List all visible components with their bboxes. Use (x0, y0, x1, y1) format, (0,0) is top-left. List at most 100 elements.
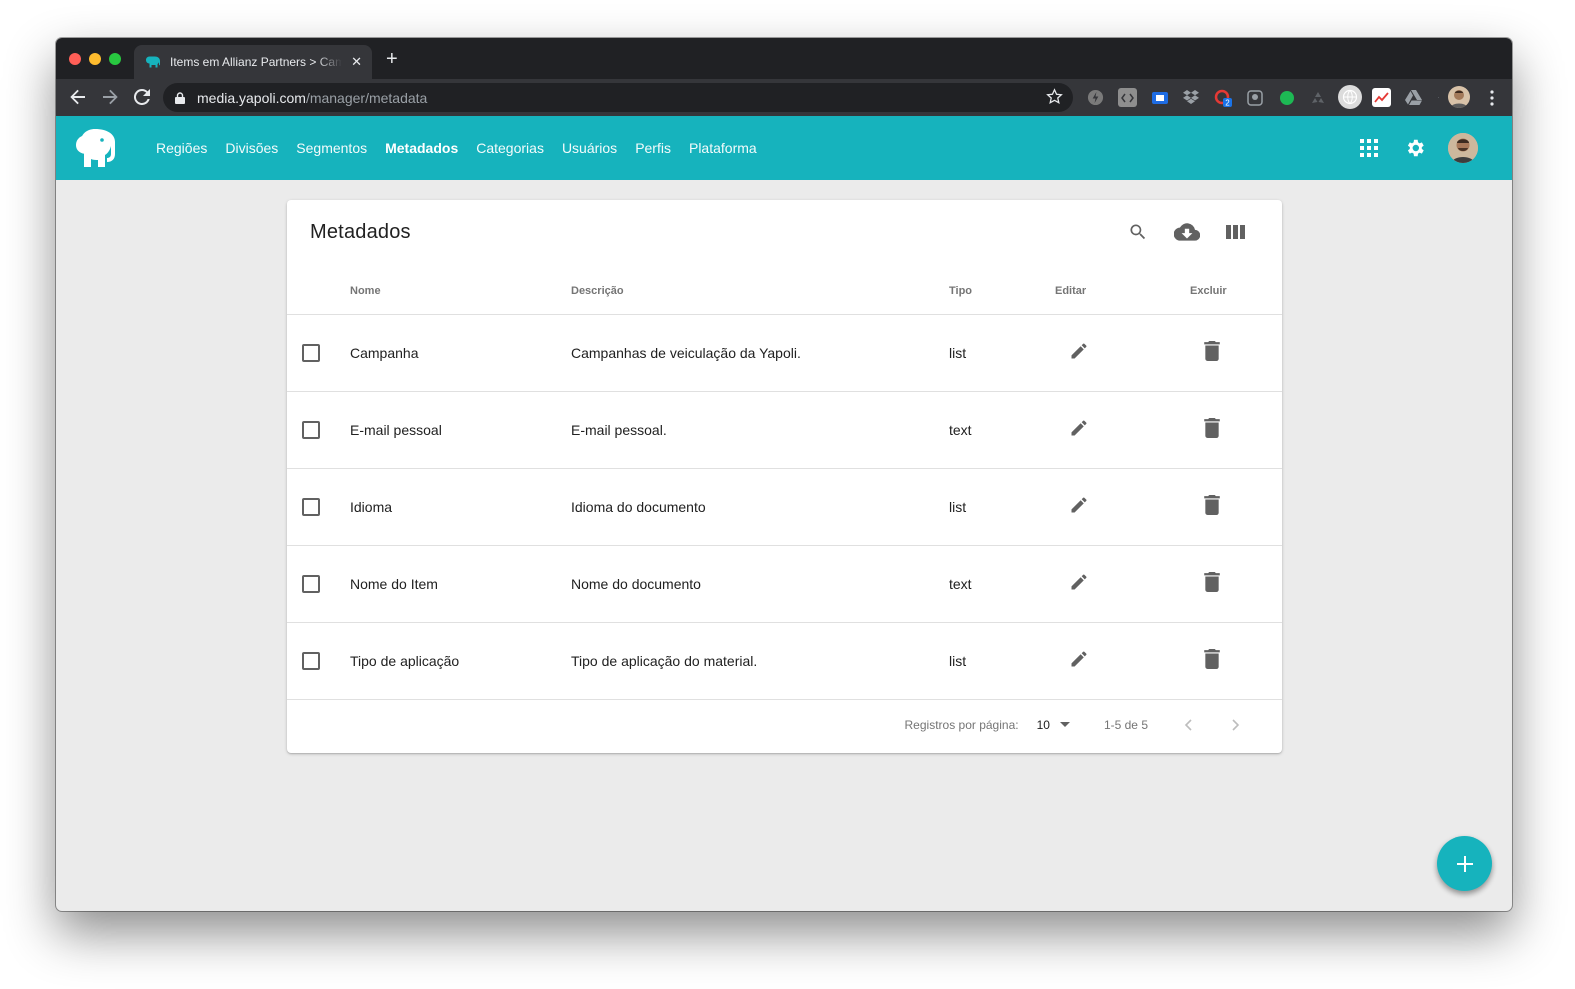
tab-close-icon[interactable]: ✕ (351, 54, 362, 70)
row-name: Idioma (350, 468, 571, 546)
row-description: Campanhas de veiculação da Yapoli. (571, 314, 949, 392)
pagination-range: 1-5 de 5 (1103, 717, 1148, 732)
url-text: media.yapoli.com/manager/metadata (197, 89, 428, 106)
row-name: Tipo de aplicação (350, 622, 571, 700)
svg-text:2: 2 (1225, 98, 1230, 107)
pencil-icon[interactable] (1069, 495, 1089, 515)
nav-item-perfis[interactable]: Perfis (635, 140, 671, 156)
row-name: E-mail pessoal (350, 391, 571, 469)
elephant-favicon-icon (144, 53, 162, 71)
gear-icon[interactable] (1404, 137, 1426, 164)
chevron-right-icon[interactable] (1232, 718, 1240, 731)
nav-item-metadados[interactable]: Metadados (385, 140, 458, 156)
extension-blue-icon[interactable] (1150, 88, 1169, 107)
plus-icon (1456, 855, 1473, 872)
maximize-window-button[interactable] (109, 53, 121, 65)
header-edit: Editar (1039, 268, 1169, 315)
browser-window: Items em Allianz Partners > Campanha ✕ +… (56, 38, 1512, 911)
metadata-table: Nome Descrição Tipo Editar Excluir Campa… (287, 268, 1282, 700)
app-header: Regiões Divisões Segmentos Metadados Cat… (56, 116, 1512, 180)
table-header-row: Nome Descrição Tipo Editar Excluir (287, 268, 1282, 315)
extension-code-icon[interactable] (1118, 88, 1137, 107)
row-checkbox[interactable] (302, 574, 320, 593)
extension-bolt-icon[interactable] (1086, 88, 1105, 107)
extension-bulb-icon[interactable] (1245, 88, 1264, 107)
pencil-icon[interactable] (1069, 572, 1089, 592)
cloud-download-icon[interactable] (1174, 222, 1200, 242)
toolbar-divider (1438, 97, 1439, 98)
chevron-left-icon[interactable] (1184, 718, 1192, 731)
extension-chart-icon[interactable] (1372, 88, 1391, 107)
trash-icon[interactable] (1204, 418, 1220, 438)
row-checkbox[interactable] (302, 420, 320, 439)
browser-menu-icon[interactable] (1482, 88, 1501, 107)
row-description: Idioma do documento (571, 468, 949, 546)
extension-green-icon[interactable] (1277, 88, 1296, 107)
row-type: list (949, 622, 1039, 700)
browser-toolbar: media.yapoli.com/manager/metadata 2 (56, 79, 1512, 116)
tab-strip: Items em Allianz Partners > Campanha ✕ + (56, 38, 1512, 79)
row-checkbox[interactable] (302, 651, 320, 670)
search-icon[interactable] (1128, 222, 1148, 242)
table-row: E-mail pessoal E-mail pessoal. text (287, 391, 1282, 469)
dropbox-icon[interactable] (1181, 88, 1200, 107)
drive-icon[interactable] (1404, 88, 1423, 107)
header-name[interactable]: Nome (350, 268, 571, 315)
trash-icon[interactable] (1204, 572, 1220, 592)
rows-per-page-select[interactable]: 10 (1037, 718, 1070, 732)
header-description[interactable]: Descrição (571, 268, 949, 315)
user-avatar[interactable] (1448, 133, 1478, 163)
metadata-card: Metadados Nome Descrição Tipo Editar Exc… (287, 200, 1282, 753)
row-type: list (949, 468, 1039, 546)
pencil-icon[interactable] (1069, 341, 1089, 361)
reload-icon[interactable] (132, 87, 152, 107)
nav-item-plataforma[interactable]: Plataforma (689, 140, 757, 156)
trash-icon[interactable] (1204, 495, 1220, 515)
row-name: Campanha (350, 314, 571, 392)
apps-grid-icon[interactable] (1360, 139, 1378, 162)
card-toolbar (1102, 222, 1246, 242)
browser-tab[interactable]: Items em Allianz Partners > Campanha ✕ (134, 45, 372, 79)
rows-per-page-label: Registros por página: (904, 717, 1019, 732)
page-title: Metadados (310, 221, 411, 243)
extension-recycle-icon[interactable] (1308, 88, 1327, 107)
back-arrow-icon[interactable] (68, 87, 88, 107)
table-row: Idioma Idioma do documento list (287, 468, 1282, 546)
row-name: Nome do Item (350, 545, 571, 623)
new-tab-button[interactable]: + (386, 49, 398, 69)
extension-red-icon[interactable]: 2 (1213, 88, 1232, 107)
row-type: list (949, 314, 1039, 392)
nav-item-usuarios[interactable]: Usuários (562, 140, 617, 156)
row-description: Tipo de aplicação do material. (571, 622, 949, 700)
elephant-logo-icon[interactable] (73, 127, 123, 174)
address-bar[interactable]: media.yapoli.com/manager/metadata (163, 83, 1073, 112)
profile-avatar-icon[interactable] (1448, 86, 1470, 108)
rows-per-page-value: 10 (1036, 717, 1050, 732)
nav-item-divisoes[interactable]: Divisões (225, 140, 278, 156)
lock-icon (175, 91, 185, 104)
view-columns-icon[interactable] (1226, 224, 1246, 240)
pencil-icon[interactable] (1069, 649, 1089, 669)
table-row: Nome do Item Nome do documento text (287, 545, 1282, 623)
header-type[interactable]: Tipo (949, 268, 1039, 315)
extension-globe-icon[interactable] (1338, 85, 1362, 109)
header-delete: Excluir (1169, 268, 1282, 315)
pencil-icon[interactable] (1069, 418, 1089, 438)
close-window-button[interactable] (69, 53, 81, 65)
table-row: Tipo de aplicação Tipo de aplicação do m… (287, 622, 1282, 700)
bookmark-star-icon[interactable] (1046, 88, 1063, 110)
row-checkbox[interactable] (302, 497, 320, 516)
row-type: text (949, 545, 1039, 623)
add-metadata-button[interactable] (1437, 836, 1492, 891)
nav-item-categorias[interactable]: Categorias (476, 140, 544, 156)
forward-arrow-icon[interactable] (100, 87, 120, 107)
table-row: Campanha Campanhas de veiculação da Yapo… (287, 314, 1282, 392)
main-nav: Regiões Divisões Segmentos Metadados Cat… (156, 116, 775, 180)
trash-icon[interactable] (1204, 649, 1220, 669)
trash-icon[interactable] (1204, 341, 1220, 361)
nav-item-segmentos[interactable]: Segmentos (296, 140, 367, 156)
row-type: text (949, 391, 1039, 469)
row-checkbox[interactable] (302, 343, 320, 362)
nav-item-regioes[interactable]: Regiões (156, 140, 207, 156)
minimize-window-button[interactable] (89, 53, 101, 65)
